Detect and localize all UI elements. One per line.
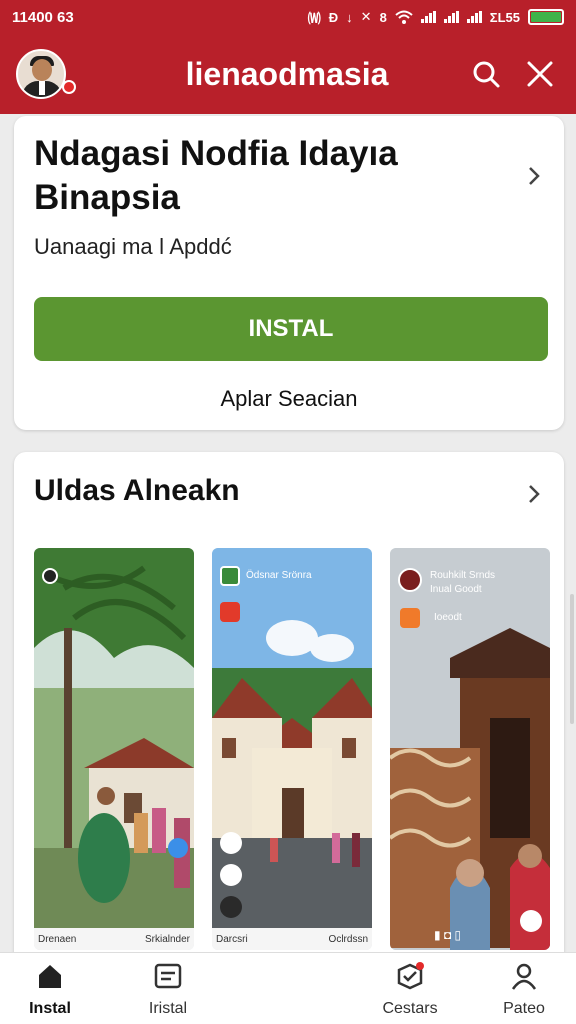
- nav-item-install[interactable]: Instal: [0, 961, 100, 1018]
- screenshot-footer: Drenaen Srkialnder: [34, 928, 194, 950]
- share-icon: [220, 832, 242, 854]
- app-developer: Uanaagi ma ǀ Apddć: [34, 234, 232, 259]
- app-logo-icon: [398, 568, 422, 592]
- nav-label: Instal: [29, 1000, 71, 1017]
- battery-icon: [528, 9, 564, 25]
- status-time: 11400 63: [12, 8, 74, 26]
- status-bar: 11400 63 🄦 Ɖ ↓ ✕ 8 ΣL55: [0, 0, 576, 34]
- search-icon[interactable]: [466, 54, 506, 94]
- nav-item-list[interactable]: Iristal: [118, 961, 218, 1018]
- nav-label: Pateo: [503, 1000, 545, 1017]
- signal-icon: [466, 11, 482, 23]
- app-logo-icon: [220, 566, 240, 586]
- list-icon: [154, 963, 182, 989]
- app-name: Ndagasi Nodfia Idayıa Binapsia: [34, 134, 398, 217]
- person-icon: [511, 963, 537, 990]
- status-indicator: ↓: [346, 9, 353, 25]
- chevron-right-icon[interactable]: [524, 482, 544, 506]
- face-icon: [520, 910, 542, 932]
- screenshot-header: Rouhkilt Srnds: [430, 570, 496, 581]
- status-indicator: 🄦: [307, 10, 321, 26]
- screenshot-caption: Oclrdssn: [328, 933, 368, 945]
- screenshot-subtitle: Ioeodt: [434, 612, 462, 623]
- app-info-card: Ndagasi Nodfia Idayıa Binapsia Uanaagi m…: [14, 116, 564, 430]
- profile-avatar[interactable]: [16, 49, 66, 99]
- pager-indicator: ▮ ◘ ▯: [434, 928, 462, 942]
- network-text: ΣL55: [489, 9, 520, 25]
- screenshot-header: Inual Goodt: [430, 584, 482, 595]
- bottom-nav: Instal Iristal Cestars Pateo: [0, 952, 576, 1024]
- signal-icon: [420, 11, 436, 23]
- box-badge-icon: [397, 962, 424, 990]
- secondary-link[interactable]: Aplar Seacian: [14, 386, 564, 412]
- screenshot-header: Ödsnar Srönra: [246, 570, 312, 581]
- nav-label: Cestars: [382, 1000, 438, 1017]
- nav-item-updates[interactable]: Cestars: [360, 961, 460, 1018]
- garden-scene-image: [34, 548, 194, 928]
- screenshot-caption: Srkialnder: [144, 933, 190, 945]
- app-logo-icon: [42, 568, 58, 584]
- status-indicator: Ɖ: [328, 9, 339, 25]
- screenshots-card: Uldas Alneakn Drenaen Srkialnder Ödsnar …: [14, 452, 564, 972]
- screenshot-thumbnail[interactable]: Rouhkilt Srnds Inual Goodt Ioeodt ▮ ◘ ▯: [390, 548, 550, 950]
- screenshot-caption: Drenaen: [38, 933, 77, 945]
- install-button[interactable]: INSTAL: [34, 297, 548, 361]
- app-title: lienaodmasia: [185, 55, 389, 92]
- scrollbar[interactable]: [570, 594, 574, 724]
- app-badge-icon: [400, 608, 420, 628]
- screenshot-thumbnail[interactable]: Ödsnar Srönra Darcsri Oclrdssn: [212, 548, 372, 950]
- section-title: Uldas Alneakn: [34, 474, 240, 507]
- home-icon: [39, 965, 61, 988]
- screenshot-thumbnail[interactable]: Drenaen Srkialnder: [34, 548, 194, 950]
- chevron-right-icon[interactable]: [524, 164, 544, 188]
- status-indicator: 8: [379, 9, 387, 25]
- wifi-icon: [395, 10, 413, 24]
- app-bar: lienaodmasia: [0, 34, 576, 114]
- map-icon: [220, 896, 242, 918]
- signal-icon: [443, 11, 459, 23]
- app-badge-icon: [220, 602, 240, 622]
- screenshot-footer: Darcsri Oclrdssn: [212, 928, 372, 950]
- nav-item-profile[interactable]: Pateo: [474, 961, 574, 1018]
- status-indicator: ✕: [360, 9, 372, 24]
- close-icon[interactable]: [520, 54, 560, 94]
- nav-label: Iristal: [148, 1000, 188, 1017]
- settings-icon: [220, 864, 242, 886]
- screenshot-caption: Darcsri: [216, 933, 248, 945]
- status-icons: 🄦 Ɖ ↓ ✕ 8 ΣL55: [308, 8, 564, 27]
- notification-dot: [62, 80, 76, 94]
